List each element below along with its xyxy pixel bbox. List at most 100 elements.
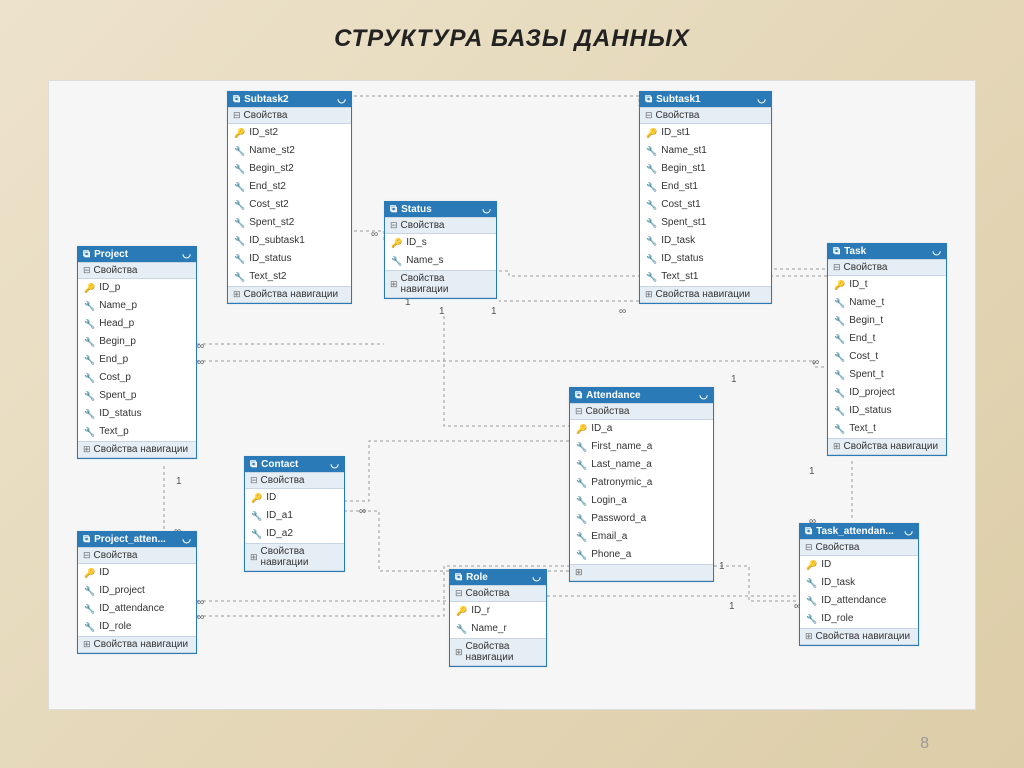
section-label: Свойства — [94, 550, 138, 561]
field-name: Patronymic_a — [591, 476, 652, 490]
cardinality-mark: ∞ — [197, 612, 204, 623]
field-item: 🔧Phone_a — [570, 546, 713, 564]
collapse-icon: ◡ — [482, 204, 491, 215]
field-name: Begin_st1 — [661, 162, 705, 176]
field-icon: 🔧 — [234, 270, 245, 284]
field-item: 🔑ID_st1 — [640, 124, 771, 142]
field-icon: 🔧 — [84, 407, 95, 421]
field-icon: 🔧 — [834, 350, 845, 364]
field-item: 🔧Text_p — [78, 423, 196, 441]
field-name: ID_status — [249, 252, 291, 266]
field-item: 🔑ID — [800, 556, 918, 574]
field-item: 🔧ID_attendance — [78, 600, 196, 618]
field-item: 🔧Text_t — [828, 420, 946, 438]
entity-status: ⧉Status◡ ⊟Свойства 🔑ID_s🔧Name_s ⊞Свойств… — [384, 201, 497, 299]
entity-icon: ⧉ — [575, 390, 582, 401]
field-name: Cost_st1 — [661, 198, 700, 212]
field-name: End_st1 — [661, 180, 698, 194]
pk-icon: 🔑 — [456, 604, 467, 618]
slide-number: 8 — [920, 735, 929, 753]
field-list: 🔑ID_a🔧First_name_a🔧Last_name_a🔧Patronymi… — [570, 420, 713, 564]
cardinality-mark: ∞ — [619, 306, 626, 317]
entity-title: Status — [401, 204, 432, 215]
field-list: 🔑ID_st2🔧Name_st2🔧Begin_st2🔧End_st2🔧Cost_… — [228, 124, 351, 286]
field-icon: 🔧 — [646, 252, 657, 266]
collapse-icon: ◡ — [182, 534, 191, 545]
field-item: 🔧Head_p — [78, 315, 196, 333]
field-icon: 🔧 — [834, 314, 845, 328]
field-name: Name_r — [471, 622, 507, 636]
field-list: 🔑ID_t🔧Name_t🔧Begin_t🔧End_t🔧Cost_t🔧Spent_… — [828, 276, 946, 438]
field-icon: 🔧 — [84, 353, 95, 367]
field-name: First_name_a — [591, 440, 652, 454]
field-item: 🔧ID_role — [800, 610, 918, 628]
field-icon: 🔧 — [576, 458, 587, 472]
field-name: Name_st2 — [249, 144, 295, 158]
field-name: ID_st2 — [249, 126, 278, 140]
field-icon: 🔧 — [234, 198, 245, 212]
section-label: Свойства — [261, 475, 305, 486]
field-name: ID — [821, 558, 831, 572]
field-name: Cost_p — [99, 371, 131, 385]
entity-title: Project_atten... — [94, 534, 166, 545]
field-list: 🔑ID🔧ID_a1🔧ID_a2 — [245, 489, 344, 543]
entity-title: Subtask2 — [244, 94, 288, 105]
field-icon: 🔧 — [234, 234, 245, 248]
field-item: 🔧ID_project — [78, 582, 196, 600]
entity-contact: ⧉Contact◡ ⊟Свойства 🔑ID🔧ID_a1🔧ID_a2 ⊞Сво… — [244, 456, 345, 572]
field-icon: 🔧 — [234, 180, 245, 194]
field-item: 🔧ID_subtask1 — [228, 232, 351, 250]
entity-icon: ⧉ — [645, 94, 652, 105]
field-icon: 🔧 — [234, 252, 245, 266]
entity-role: ⧉Role◡ ⊟Свойства 🔑ID_r🔧Name_r ⊞Свойства … — [449, 569, 547, 667]
field-name: Email_a — [591, 530, 627, 544]
field-icon: 🔧 — [646, 270, 657, 284]
field-icon: 🔧 — [84, 389, 95, 403]
entity-attendance: ⧉Attendance◡ ⊟Свойства 🔑ID_a🔧First_name_… — [569, 387, 714, 582]
cardinality-mark: ∞ — [197, 597, 204, 608]
field-item: 🔧Password_a — [570, 510, 713, 528]
field-item: 🔧 Text_st2 — [228, 268, 351, 286]
toggle-icon: ⊞ — [575, 567, 583, 578]
entity-title: Task_attendan... — [816, 526, 894, 537]
field-name: ID_a2 — [266, 527, 293, 541]
cardinality-mark: ∞ — [197, 341, 204, 352]
field-item: 🔧Spent_st2 — [228, 214, 351, 232]
field-item: 🔧Cost_t — [828, 348, 946, 366]
field-item: 🔧Spent_p — [78, 387, 196, 405]
entity-subtask1: ⧉Subtask1◡ ⊟Свойства 🔑ID_st1🔧Name_st1🔧Be… — [639, 91, 772, 304]
field-item: 🔧Cost_st2 — [228, 196, 351, 214]
pk-icon: 🔑 — [251, 491, 262, 505]
toggle-icon: ⊟ — [575, 406, 583, 417]
field-name: End_t — [849, 332, 875, 346]
field-item: 🔧Name_p — [78, 297, 196, 315]
field-icon: 🔧 — [646, 144, 657, 158]
cardinality-mark: 1 — [719, 561, 725, 572]
cardinality-mark: 1 — [439, 306, 445, 317]
field-list: 🔑ID_r🔧Name_r — [450, 602, 546, 638]
field-name: Name_s — [406, 254, 443, 268]
field-icon: 🔧 — [84, 317, 95, 331]
entity-subtask2: ⧉Subtask2◡ ⊟Свойства 🔑ID_st2🔧Name_st2🔧Be… — [227, 91, 352, 304]
field-item: 🔧End_p — [78, 351, 196, 369]
entity-title: Subtask1 — [656, 94, 700, 105]
field-icon: 🔧 — [576, 476, 587, 490]
field-icon: 🔧 — [834, 296, 845, 310]
field-icon: 🔧 — [234, 216, 245, 230]
field-icon: 🔧 — [576, 440, 587, 454]
field-item: 🔧Begin_t — [828, 312, 946, 330]
field-icon: 🔧 — [84, 602, 95, 616]
field-list: 🔑ID_st1🔧Name_st1🔧Begin_st1🔧End_st1🔧Cost_… — [640, 124, 771, 286]
field-item: 🔧Name_st1 — [640, 142, 771, 160]
field-name: Text_st2 — [249, 270, 286, 284]
field-name: Spent_t — [849, 368, 883, 382]
entity-icon: ⧉ — [805, 526, 812, 537]
toggle-icon: ⊞ — [233, 289, 241, 300]
field-name: ID_project — [849, 386, 895, 400]
toggle-icon: ⊟ — [390, 220, 398, 231]
collapse-icon: ◡ — [337, 94, 346, 105]
field-item: 🔧 Patronymic_a — [570, 474, 713, 492]
toggle-icon: ⊞ — [250, 552, 258, 563]
pk-icon: 🔑 — [834, 278, 845, 292]
cardinality-mark: 1 — [176, 476, 182, 487]
